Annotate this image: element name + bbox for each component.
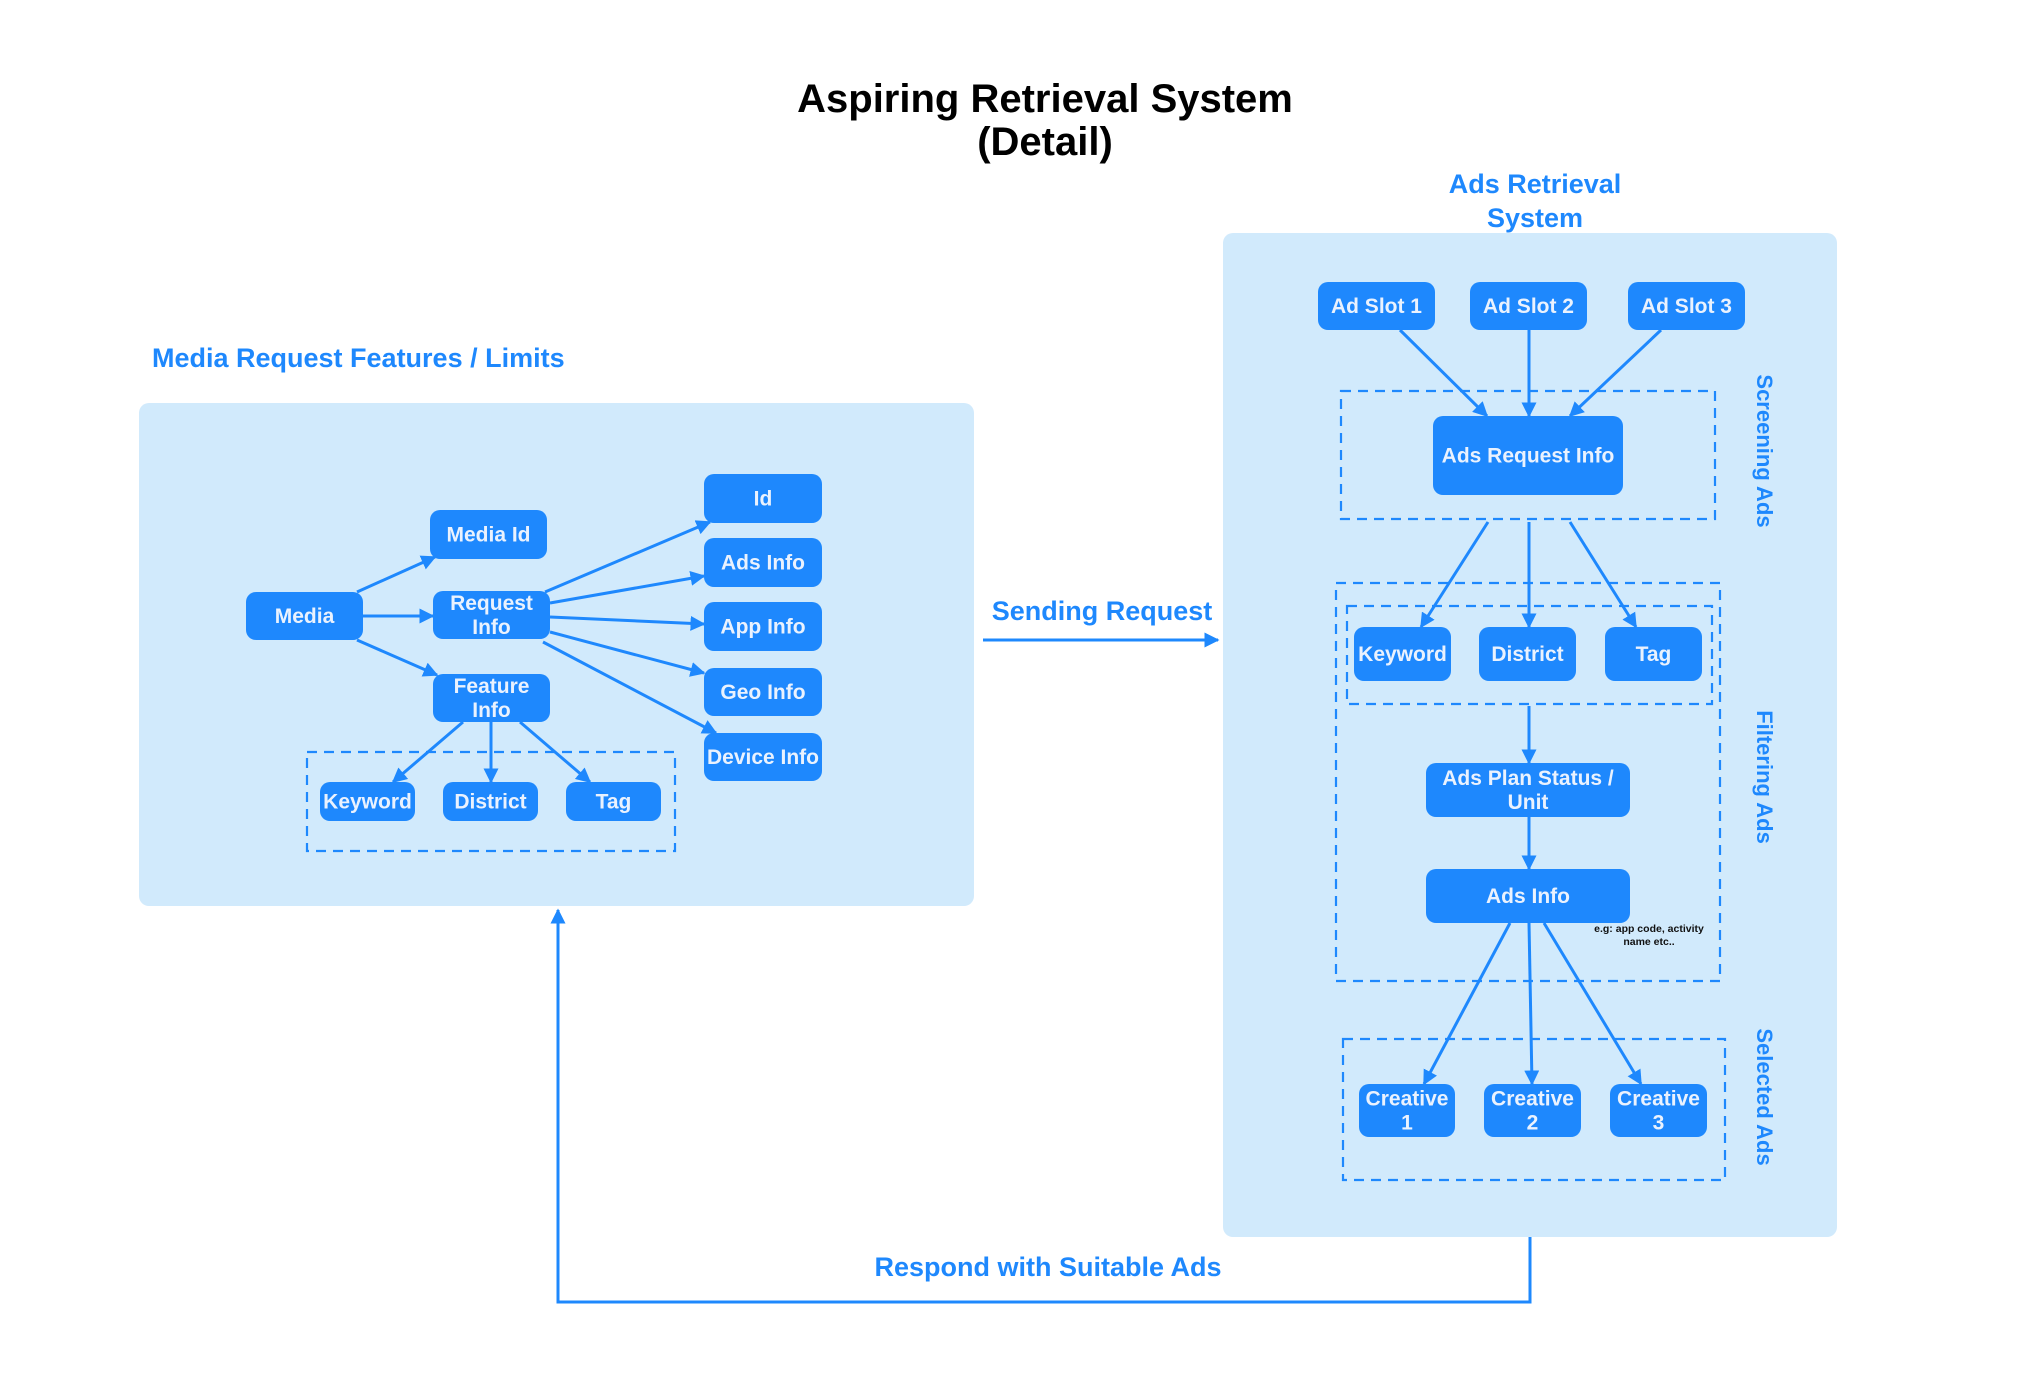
node-label: Ads Request Info: [1442, 445, 1615, 468]
node-label: District: [1491, 643, 1563, 666]
node-label: Ads Plan Status /: [1442, 767, 1614, 790]
sending-request-label: Sending Request: [992, 596, 1213, 626]
node-label: 3: [1653, 1112, 1665, 1135]
ads-panel-title-line1: Ads Retrieval: [1449, 169, 1622, 199]
node-label: Unit: [1508, 791, 1549, 814]
node-label: 2: [1527, 1112, 1539, 1135]
ads-node-tag[interactable]: Tag: [1605, 627, 1702, 681]
media-node-geo-info[interactable]: Geo Info: [704, 668, 822, 716]
media-node-request-info[interactable]: RequestInfo: [433, 591, 550, 639]
ads-info-note-line2: name etc..: [1623, 936, 1674, 948]
node-label: Ad Slot 3: [1641, 295, 1732, 318]
node-label: Info: [472, 616, 510, 639]
node-label: Creative: [1491, 1088, 1574, 1111]
media-node-keyword[interactable]: Keyword: [320, 782, 415, 821]
ads-node-creative-3[interactable]: Creative3: [1610, 1084, 1707, 1137]
media-node-ads-info[interactable]: Ads Info: [704, 538, 822, 587]
stage-label-filtering: Filtering Ads: [1752, 710, 1777, 844]
media-node-feature-info[interactable]: FeatureInfo: [433, 674, 550, 722]
ads-node-ad-slot-3[interactable]: Ad Slot 3: [1628, 282, 1745, 330]
node-label: Device Info: [707, 746, 819, 769]
ads-node-keyword[interactable]: Keyword: [1354, 627, 1451, 681]
media-node-app-info[interactable]: App Info: [704, 602, 822, 651]
node-label: Info: [472, 699, 510, 722]
media-node-id[interactable]: Id: [704, 474, 822, 523]
ads-node-ad-slot-1[interactable]: Ad Slot 1: [1318, 282, 1435, 330]
media-panel-title: Media Request Features / Limits: [152, 343, 565, 373]
ads-node-creative-1[interactable]: Creative1: [1359, 1084, 1455, 1137]
node-label: Keyword: [1358, 643, 1447, 666]
media-node-tag[interactable]: Tag: [566, 782, 661, 821]
node-label: Tag: [1636, 643, 1672, 666]
node-label: Media Id: [446, 524, 530, 547]
node-label: App Info: [720, 616, 805, 639]
ads-node-ad-slot-2[interactable]: Ad Slot 2: [1470, 282, 1587, 330]
node-label: 1: [1401, 1112, 1413, 1135]
diagram-title-line1: Aspiring Retrieval System: [797, 77, 1293, 121]
node-label: Ad Slot 2: [1483, 295, 1574, 318]
media-node-device-info[interactable]: Device Info: [704, 733, 822, 781]
stage-label-selected: Selected Ads: [1752, 1028, 1777, 1165]
ads-node-creative-2[interactable]: Creative2: [1484, 1084, 1581, 1137]
node-label: Creative: [1366, 1088, 1449, 1111]
ads-node-ads-plan-status[interactable]: Ads Plan Status /Unit: [1426, 763, 1630, 817]
node-label: Keyword: [323, 791, 412, 814]
ads-node-ads-request-info[interactable]: Ads Request Info: [1433, 416, 1623, 495]
node-label: Ads Info: [721, 552, 805, 575]
media-node-media-id[interactable]: Media Id: [430, 510, 547, 559]
node-label: Geo Info: [720, 681, 805, 704]
ads-panel-title-line2: System: [1487, 203, 1583, 233]
ads-info-note-line1: e.g: app code, activity: [1594, 923, 1704, 935]
diagram-title-line2: (Detail): [977, 120, 1113, 164]
media-node-district[interactable]: District: [443, 782, 538, 821]
media-request-panel: [139, 403, 974, 906]
ads-node-district[interactable]: District: [1479, 627, 1576, 681]
node-label: Request: [450, 592, 533, 615]
media-node-media[interactable]: Media: [246, 592, 363, 640]
node-label: Media: [275, 605, 335, 628]
ads-node-ads-info[interactable]: Ads Info: [1426, 869, 1630, 923]
node-label: Ad Slot 1: [1331, 295, 1422, 318]
respond-label: Respond with Suitable Ads: [874, 1252, 1221, 1282]
stage-label-screening: Screening Ads: [1752, 374, 1777, 527]
node-label: Tag: [596, 791, 632, 814]
node-label: Id: [754, 488, 773, 511]
node-label: Feature: [454, 675, 530, 698]
node-label: District: [454, 791, 526, 814]
node-label: Creative: [1617, 1088, 1700, 1111]
diagram-canvas: Aspiring Retrieval System (Detail) Media…: [139, 77, 1837, 1304]
node-label: Ads Info: [1486, 885, 1570, 908]
